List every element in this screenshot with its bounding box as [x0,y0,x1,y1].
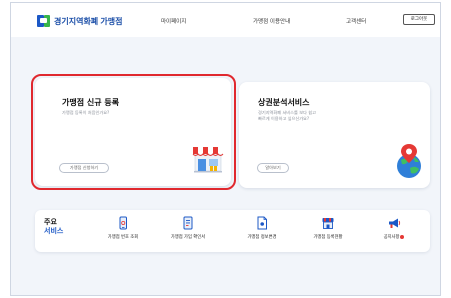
service-notices[interactable]: 공지사항 [364,216,424,246]
services-heading-line1: 주요 [44,218,57,226]
service-label: 가맹점 번호 조회 [107,235,139,240]
analysis-description-line2: 빠르게 이용하고 싶으신가요? [258,116,310,121]
analysis-learn-more-button[interactable]: 알아보기 [257,163,289,173]
logo-text: 경기지역화폐 가맹점 [54,16,123,26]
service-merchant-number-lookup[interactable]: 가맹점 번호 조회 [93,216,153,246]
service-merchant-membership-certificate[interactable]: 가맹점 가입 확인서 [158,216,218,246]
app-frame: 경기지역화폐 가맹점 마이페이지 가맹점 이용안내 고객센터 로그아웃 가맹점 … [10,2,441,296]
globe-location-icon [397,144,421,178]
service-label: 공지사항 [364,234,424,240]
service-label: 가맹점 등록현황 [313,235,343,240]
nav-merchant-guide[interactable]: 가맹점 이용안내 [253,17,290,25]
file-edit-icon [257,216,267,230]
phone-icon [119,216,127,230]
commercial-analysis-card[interactable]: 상권분석서비스 경기지역화폐 서비스를 보다 쉽고 빠르게 이용하고 싶으신가요… [239,82,430,188]
megaphone-icon [389,218,401,228]
analysis-title: 상권분석서비스 [258,98,310,107]
top-navigation-bar: 경기지역화폐 가맹점 마이페이지 가맹점 이용안내 고객센터 로그아웃 [11,3,440,37]
logout-button[interactable]: 로그아웃 [403,14,435,25]
logo-icon [37,14,51,28]
service-label-text: 공지사항 [383,235,400,240]
services-heading: 주요 서비스 [44,218,63,236]
shop-status-icon [322,218,334,229]
nav-customer-center[interactable]: 고객센터 [346,17,366,25]
main-services-bar: 주요 서비스 가맹점 번호 조회 가맹점 가입 확인서 가맹점 정보변경 가맹점… [35,210,430,252]
document-icon [183,216,193,230]
new-badge-icon [400,234,405,239]
nav-mypage[interactable]: 마이페이지 [161,17,186,25]
service-merchant-registration-status[interactable]: 가맹점 등록현황 [298,216,358,246]
service-label: 가맹점 정보변경 [247,235,277,240]
registration-card-highlight [31,74,236,190]
service-merchant-info-change[interactable]: 가맹점 정보변경 [232,216,292,246]
service-label: 가맹점 가입 확인서 [170,235,206,240]
site-logo[interactable]: 경기지역화폐 가맹점 [37,14,122,28]
services-heading-line2: 서비스 [44,227,64,235]
